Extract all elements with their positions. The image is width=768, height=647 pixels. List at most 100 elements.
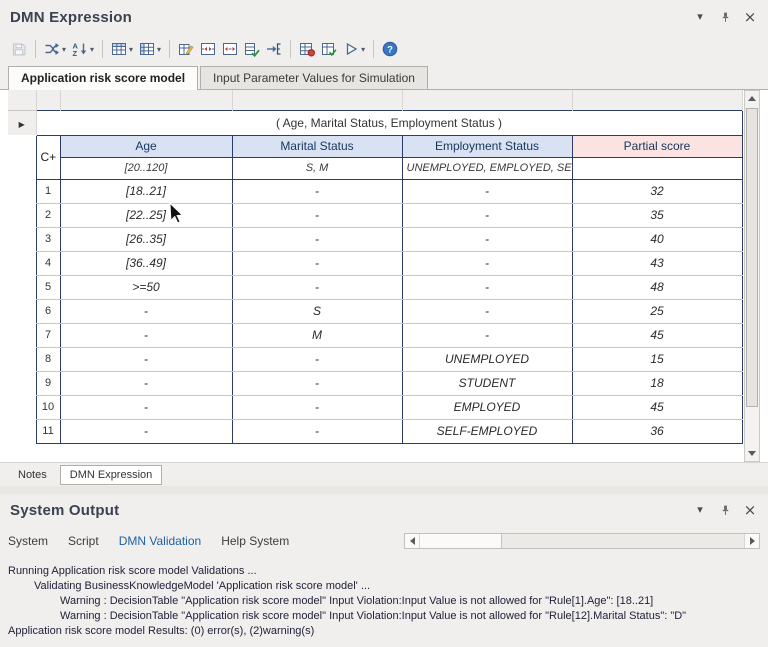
rule-cell[interactable]: 43 <box>572 251 742 275</box>
rule-cell[interactable]: S <box>232 299 402 323</box>
table-layout-button[interactable]: ▾ <box>136 37 164 61</box>
unmerge-cells-button[interactable] <box>219 37 241 61</box>
allowed-values-marital-status[interactable]: S, M <box>232 157 402 179</box>
rule-cell[interactable]: - <box>232 395 402 419</box>
rule-cell[interactable]: [26..35] <box>60 227 232 251</box>
output-tab-script[interactable]: Script <box>58 534 109 548</box>
column-header-marital-status[interactable]: Marital Status <box>232 135 402 157</box>
pin-icon[interactable] <box>717 9 733 25</box>
scroll-right-button[interactable] <box>744 534 759 548</box>
validate-table-button[interactable] <box>318 37 340 61</box>
rule-cell[interactable]: 18 <box>572 371 742 395</box>
rule-number[interactable]: 3 <box>36 227 60 251</box>
rule-number[interactable]: 7 <box>36 323 60 347</box>
rule-cell[interactable]: - <box>402 179 572 203</box>
rule-cell[interactable]: - <box>60 323 232 347</box>
rule-number[interactable]: 9 <box>36 371 60 395</box>
row-selector[interactable]: ▶ <box>8 110 36 135</box>
rule-cell[interactable]: - <box>60 347 232 371</box>
rule-number[interactable]: 2 <box>36 203 60 227</box>
rule-number[interactable]: 4 <box>36 251 60 275</box>
rule-cell[interactable]: 25 <box>572 299 742 323</box>
rule-cell[interactable]: - <box>232 347 402 371</box>
close-icon[interactable]: × <box>742 9 758 25</box>
hscrollbar-thumb[interactable] <box>501 534 744 548</box>
rule-number[interactable]: 6 <box>36 299 60 323</box>
merge-cells-button[interactable] <box>197 37 219 61</box>
rule-cell[interactable]: 35 <box>572 203 742 227</box>
rule-cell[interactable]: 45 <box>572 395 742 419</box>
tab-input-parameter-values-for-simulation[interactable]: Input Parameter Values for Simulation <box>200 66 428 89</box>
run-button[interactable]: ▾ <box>340 37 368 61</box>
save-button[interactable] <box>8 37 30 61</box>
rule-cell[interactable]: 45 <box>572 323 742 347</box>
rule-number[interactable]: 1 <box>36 179 60 203</box>
rule-cell[interactable]: - <box>402 203 572 227</box>
rule-cell[interactable]: 15 <box>572 347 742 371</box>
rule-cell[interactable]: 48 <box>572 275 742 299</box>
rule-cell[interactable]: - <box>232 203 402 227</box>
rule-cell[interactable]: - <box>402 227 572 251</box>
parameters-cell[interactable]: ( Age, Marital Status, Employment Status… <box>36 110 742 135</box>
rule-cell[interactable]: - <box>60 299 232 323</box>
close-icon[interactable]: × <box>742 502 758 518</box>
rule-cell[interactable]: - <box>402 275 572 299</box>
output-tab-system[interactable]: System <box>8 534 58 548</box>
column-header-employment-status[interactable]: Employment Status <box>402 135 572 157</box>
edit-rule-button[interactable] <box>175 37 197 61</box>
rule-number[interactable]: 5 <box>36 275 60 299</box>
rule-cell[interactable]: - <box>232 371 402 395</box>
sort-button[interactable]: AZ▾ <box>69 37 97 61</box>
table-vertical-scrollbar[interactable] <box>744 90 760 462</box>
rule-cell[interactable]: - <box>232 179 402 203</box>
rule-cell[interactable]: 32 <box>572 179 742 203</box>
hit-policy-cell[interactable]: C+ <box>36 135 60 179</box>
allowed-values-employment-status[interactable]: UNEMPLOYED, EMPLOYED, SELF... <box>402 157 572 179</box>
simulation-input-button[interactable] <box>296 37 318 61</box>
rule-cell[interactable]: [22..25] <box>60 203 232 227</box>
rule-cell[interactable]: [36..49] <box>60 251 232 275</box>
rule-number[interactable]: 8 <box>36 347 60 371</box>
rule-cell[interactable]: STUDENT <box>402 371 572 395</box>
rule-cell[interactable]: - <box>402 299 572 323</box>
rule-cell[interactable]: - <box>60 371 232 395</box>
rule-cell[interactable]: SELF-EMPLOYED <box>402 419 572 443</box>
help-button[interactable]: ? <box>379 37 401 61</box>
bottom-tab-notes[interactable]: Notes <box>8 465 57 485</box>
output-tab-help-system[interactable]: Help System <box>211 534 299 548</box>
scrollbar-track[interactable] <box>745 106 759 446</box>
table-style-button[interactable]: ▾ <box>108 37 136 61</box>
rule-cell[interactable]: - <box>232 419 402 443</box>
panel-menu-icon[interactable]: ▾ <box>692 9 708 25</box>
goto-definition-button[interactable] <box>263 37 285 61</box>
rule-cell[interactable]: M <box>232 323 402 347</box>
rule-cell[interactable]: EMPLOYED <box>402 395 572 419</box>
scroll-down-button[interactable] <box>745 446 759 461</box>
output-horizontal-scrollbar[interactable] <box>404 533 760 549</box>
pin-icon[interactable] <box>717 502 733 518</box>
tab-application-risk-score-model[interactable]: Application risk score model <box>8 66 198 90</box>
rule-cell[interactable]: - <box>402 323 572 347</box>
rule-number[interactable]: 10 <box>36 395 60 419</box>
rule-cell[interactable]: - <box>60 395 232 419</box>
rule-cell[interactable]: >=50 <box>60 275 232 299</box>
rule-cell[interactable]: UNEMPLOYED <box>402 347 572 371</box>
traceability-button[interactable]: ▾ <box>41 37 69 61</box>
bottom-tab-dmn-expression[interactable]: DMN Expression <box>60 465 163 485</box>
rule-cell[interactable]: - <box>232 251 402 275</box>
rule-cell[interactable]: - <box>402 251 572 275</box>
output-tab-dmn-validation[interactable]: DMN Validation <box>109 534 211 548</box>
column-header-partial-score[interactable]: Partial score <box>572 135 742 157</box>
panel-splitter[interactable] <box>0 486 768 494</box>
panel-menu-icon[interactable]: ▾ <box>692 502 708 518</box>
rule-cell[interactable]: - <box>60 419 232 443</box>
rule-cell[interactable]: 36 <box>572 419 742 443</box>
scroll-up-button[interactable] <box>745 91 759 106</box>
validate-rule-button[interactable] <box>241 37 263 61</box>
rule-cell[interactable]: - <box>232 275 402 299</box>
rule-cell[interactable]: [18..21] <box>60 179 232 203</box>
rule-cell[interactable]: 40 <box>572 227 742 251</box>
allowed-values-age[interactable]: [20..120] <box>60 157 232 179</box>
allowed-values-partial-score[interactable] <box>572 157 742 179</box>
rule-cell[interactable]: - <box>232 227 402 251</box>
